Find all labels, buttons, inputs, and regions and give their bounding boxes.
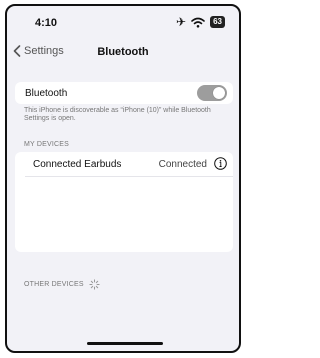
info-icon[interactable] [214, 157, 227, 170]
phone-screen: 4:10 ✈ 63 Settings Bluetooth Bluetooth T… [5, 4, 241, 353]
device-status: Connected [158, 159, 207, 170]
loading-spinner-icon [89, 279, 100, 290]
bluetooth-toggle-row: Bluetooth [15, 82, 233, 104]
bluetooth-label: Bluetooth [25, 88, 68, 99]
other-devices-header: OTHER DEVICES [24, 279, 100, 290]
bluetooth-toggle[interactable] [197, 85, 227, 101]
status-icons: ✈ 63 [176, 16, 225, 28]
wifi-icon [191, 17, 205, 28]
airplane-icon: ✈ [176, 15, 187, 29]
other-devices-label: OTHER DEVICES [24, 281, 84, 288]
my-devices-header: MY DEVICES [24, 141, 70, 148]
home-indicator[interactable] [87, 342, 163, 345]
status-bar: 4:10 ✈ 63 [7, 6, 239, 40]
row-divider [25, 176, 233, 177]
navigation-bar: Settings Bluetooth [7, 42, 239, 64]
status-time: 4:10 [35, 17, 58, 29]
discoverable-note: This iPhone is discoverable as “iPhone (… [24, 107, 211, 122]
device-row[interactable]: Connected Earbuds Connected [15, 152, 233, 176]
battery-icon: 63 [210, 16, 225, 28]
toggle-knob [213, 87, 225, 99]
device-name: Connected Earbuds [33, 159, 122, 170]
my-devices-list: Connected Earbuds Connected [15, 152, 233, 252]
page-title: Bluetooth [97, 46, 149, 58]
